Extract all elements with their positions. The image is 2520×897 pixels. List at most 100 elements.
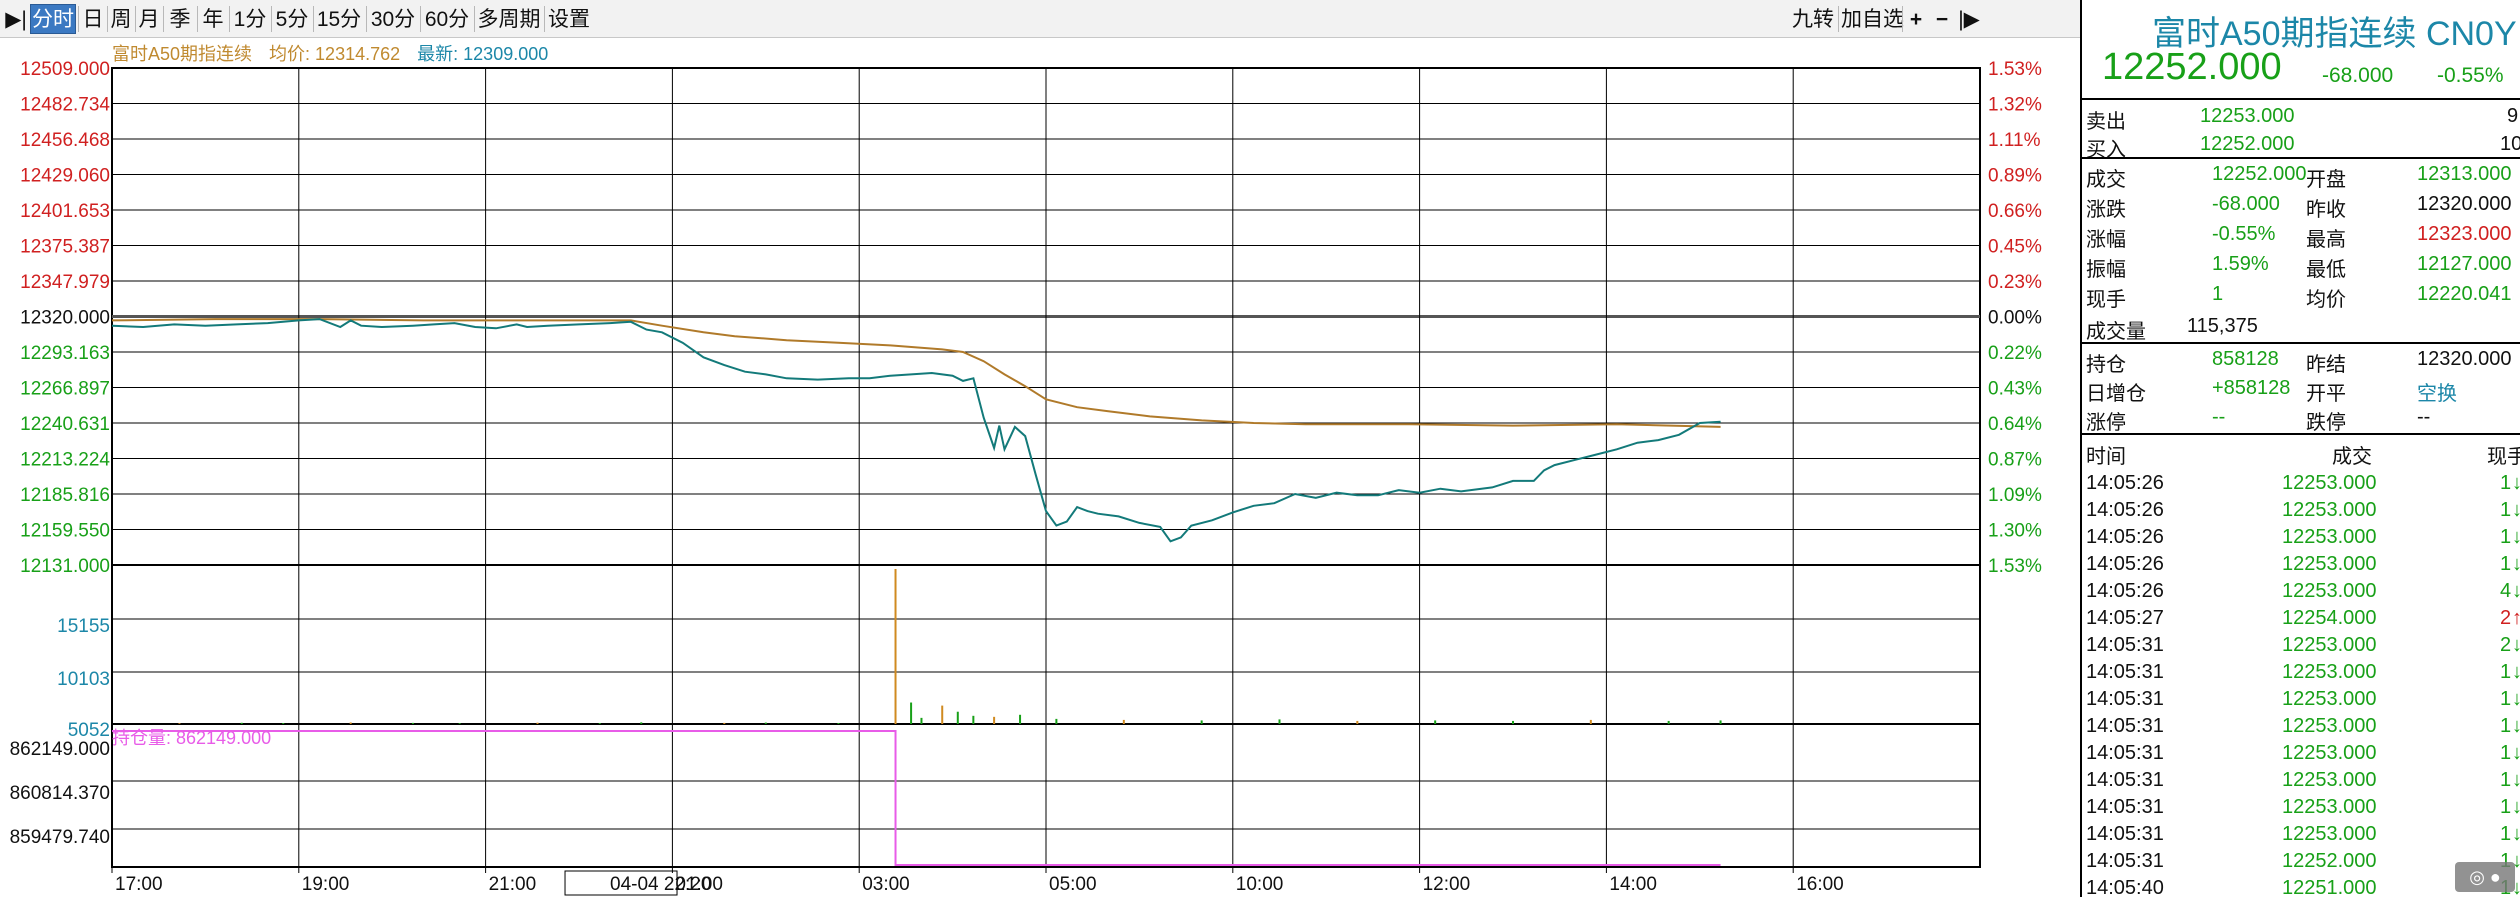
tick-row[interactable]: 14:05:31 12253.000 1↓: [2082, 740, 2520, 767]
stat-row: 涨跌 -68.000 昨收 12320.000: [2082, 189, 2520, 221]
jump-start-button[interactable]: ▶|: [4, 4, 28, 34]
tick-row[interactable]: 14:05:26 12253.000 1↓: [2082, 524, 2520, 551]
stat-value-2: 12127.000: [2417, 253, 2512, 275]
arrow-up-icon: ↑: [2512, 607, 2520, 630]
tab-month[interactable]: 月: [136, 4, 162, 34]
tick-row[interactable]: 14:05:26 12253.000 1↓: [2082, 551, 2520, 578]
stat2-row: 日增仓 +858128 开平 空换: [2082, 373, 2520, 405]
arrow-down-icon: ↓: [2512, 634, 2520, 657]
stat-value: -0.55%: [2212, 223, 2276, 245]
arrow-down-icon: ↓: [2512, 796, 2520, 819]
tick-row[interactable]: 14:05:26 12253.000 1↓: [2082, 497, 2520, 524]
period-toolbar: ▶| 分时 日 周 月 季 年 1分 5分 15分 30分 60分 多周期 设置…: [0, 0, 2080, 38]
tab-15min[interactable]: 15分: [314, 4, 364, 34]
price-tick-label: 12375.387: [20, 237, 110, 258]
stat-label: 涨跌: [2086, 199, 2126, 221]
arrow-down-icon: ↓: [2512, 688, 2520, 711]
tab-1min[interactable]: 1分: [230, 4, 270, 34]
percent-tick-label: 0.64%: [1988, 414, 2042, 435]
tick-row[interactable]: 14:05:31 12253.000 1↓: [2082, 686, 2520, 713]
tab-day[interactable]: 日: [80, 4, 106, 34]
tick-header: 时间 成交 现手: [2082, 436, 2520, 468]
toolbar-divider: [1838, 6, 1839, 32]
tick-row[interactable]: 14:05:31 12253.000 1↓: [2082, 821, 2520, 848]
ask-row: 卖出 12253.000 9: [2082, 101, 2520, 133]
tick-row[interactable]: 14:05:31 12253.000 2↓: [2082, 632, 2520, 659]
stat-value: 1: [2212, 283, 2224, 305]
stat-label-2: 开盘: [2306, 169, 2346, 191]
volume-tick-label: 10103: [57, 669, 110, 690]
oi-tick-label: 862149.000: [10, 739, 110, 760]
arrow-down-icon: ↓: [2512, 769, 2520, 792]
time-tick-label: 19:00: [302, 874, 350, 895]
avg-price-readout: 均价: 12314.762: [269, 44, 401, 64]
tick-row[interactable]: 14:05:26 12253.000 4↓: [2082, 578, 2520, 605]
price-tick-label: 12159.550: [20, 521, 110, 542]
tick-time: 14:05:26: [2086, 553, 2164, 575]
volume-bars: [178, 569, 1722, 724]
stat2-value-2: 12320.000: [2417, 348, 2512, 370]
volume-value: 115,375: [2187, 315, 2258, 337]
tick-row[interactable]: 14:05:31 12253.000 1↓: [2082, 767, 2520, 794]
time-tick-label: 05:00: [1049, 874, 1097, 895]
stat-label: 现手: [2086, 289, 2126, 311]
ask-price: 12253.000: [2200, 105, 2295, 127]
percent-tick-label: 0.43%: [1988, 379, 2042, 400]
chart-grid: [111, 67, 1981, 868]
percent-tick-label: 1.32%: [1988, 95, 2042, 116]
tab-year[interactable]: 年: [198, 4, 228, 34]
price-tick-label: 12320.000: [20, 308, 110, 329]
tick-volume: 1: [2500, 688, 2512, 710]
toolbar-divider: [544, 6, 545, 32]
bid-row: 买入 12252.000 10: [2082, 129, 2520, 161]
stat-value-2: 12320.000: [2417, 193, 2512, 215]
price-tick-label: 12509.000: [20, 59, 110, 80]
tick-time: 14:05:26: [2086, 472, 2164, 494]
percent-tick-label: 1.30%: [1988, 521, 2042, 542]
tab-season[interactable]: 季: [164, 4, 196, 34]
tick-row[interactable]: 14:05:27 12254.000 2↑: [2082, 605, 2520, 632]
tick-time: 14:05:31: [2086, 823, 2164, 845]
tick-time: 14:05:40: [2086, 877, 2164, 897]
zoom-out-button[interactable]: −: [1930, 4, 1954, 34]
bid-volume: 10: [2500, 133, 2520, 155]
tick-price: 12253.000: [2282, 499, 2377, 521]
tab-30min[interactable]: 30分: [368, 4, 418, 34]
stat2-row: 持仓 858128 昨结 12320.000: [2082, 344, 2520, 376]
percent-tick-label: 1.53%: [1988, 59, 2042, 80]
tick-row[interactable]: 14:05:31 12253.000 1↓: [2082, 794, 2520, 821]
stat-label: 成交: [2086, 169, 2126, 191]
tick-volume: 1: [2500, 715, 2512, 737]
tick-volume: 1: [2500, 526, 2512, 548]
jump-end-button[interactable]: |▶: [1956, 4, 1982, 34]
stat2-label-2: 跌停: [2306, 412, 2346, 434]
tab-week[interactable]: 周: [108, 4, 134, 34]
stat-label: 振幅: [2086, 259, 2126, 281]
tab-5min[interactable]: 5分: [272, 4, 312, 34]
tab-intraday[interactable]: 分时: [30, 4, 76, 34]
tick-time: 14:05:31: [2086, 769, 2164, 791]
percent-axis: 1.53% 1.32% 1.11% 0.89% 0.66% 0.45% 0.23% 0.00%…: [1988, 59, 2042, 577]
toolbar-divider: [366, 6, 367, 32]
tab-multi-period[interactable]: 多周期: [476, 4, 542, 34]
percent-tick-label: 1.09%: [1988, 485, 2042, 506]
tick-row[interactable]: 14:05:31 12253.000 1↓: [2082, 713, 2520, 740]
volume-label: 成交量: [2086, 321, 2146, 343]
tick-row[interactable]: 14:05:31 12253.000 1↓: [2082, 659, 2520, 686]
volume-axis: 15155 10103 5052: [57, 616, 110, 741]
quote-panel: 富时A50期指连续 CN0Y 12252.000 -68.000 -0.55% …: [2080, 0, 2520, 897]
tick-time: 14:05:31: [2086, 661, 2164, 683]
tick-price: 12253.000: [2282, 661, 2377, 683]
settings-button[interactable]: 设置: [546, 4, 592, 34]
tab-60min[interactable]: 60分: [422, 4, 472, 34]
intraday-chart[interactable]: 12509.000 12482.734 12456.468 12429.060 1240…: [0, 38, 2080, 897]
price-tick-label: 12401.653: [20, 201, 110, 222]
tick-row[interactable]: 14:05:26 12253.000 1↓: [2082, 470, 2520, 497]
oi-tick-label: 859479.740: [10, 827, 110, 848]
tick-price: 12253.000: [2282, 769, 2377, 791]
add-watchlist-button[interactable]: 加自选: [1840, 4, 1904, 34]
zoom-in-button[interactable]: +: [1904, 4, 1928, 34]
nine-turn-button[interactable]: 九转: [1790, 4, 1836, 34]
stat2-label: 涨停: [2086, 412, 2126, 434]
stat-value: 12252.000: [2212, 163, 2307, 185]
